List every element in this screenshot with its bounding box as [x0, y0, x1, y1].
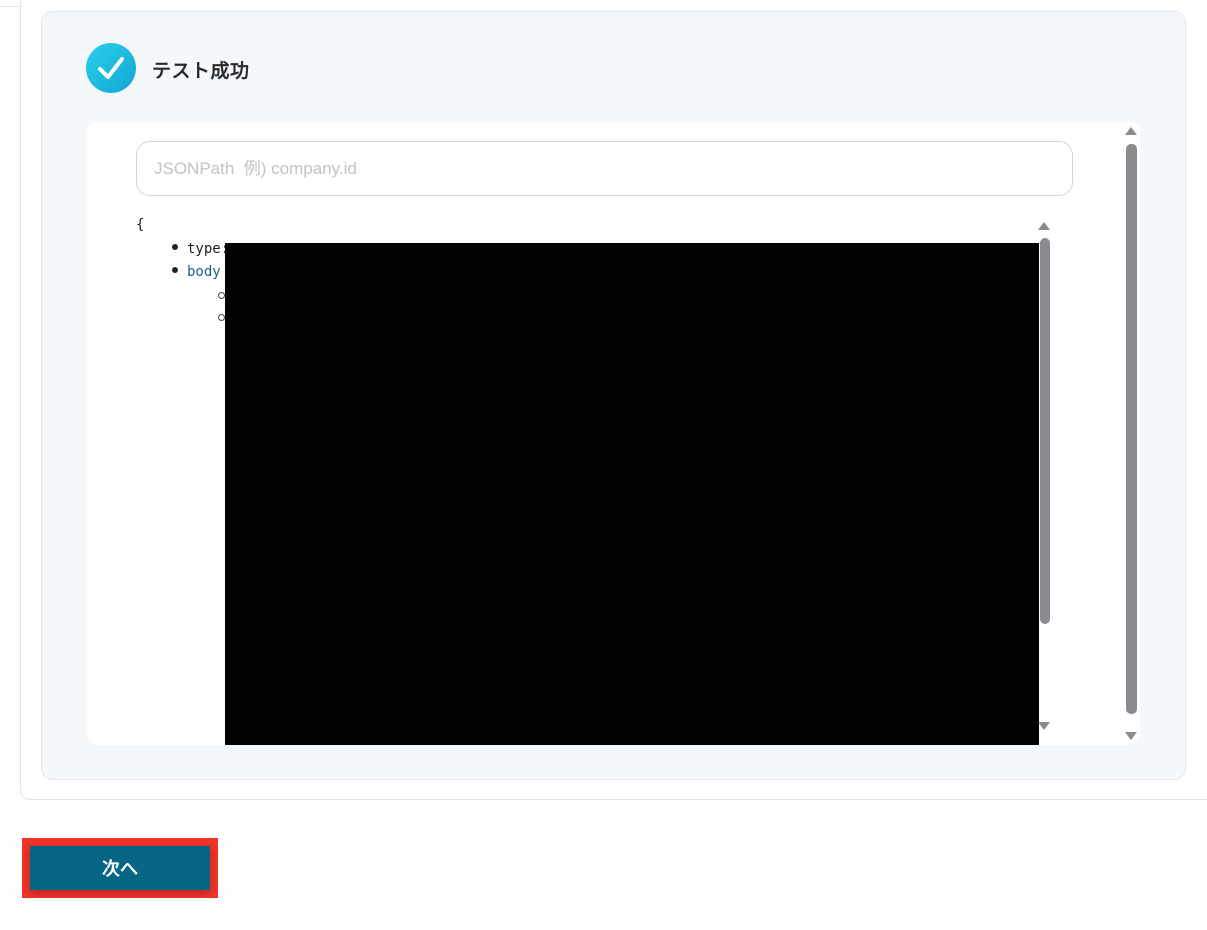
outer-scroll-down-icon[interactable] — [1125, 732, 1137, 740]
next-button-label: 次へ — [30, 846, 210, 890]
sub-bullet-icon — [218, 314, 225, 321]
sub-bullet-icon — [218, 292, 225, 299]
test-success-title: テスト成功 — [152, 61, 250, 82]
outer-scroll-up-icon[interactable] — [1125, 127, 1137, 135]
outer-scrollbar-thumb[interactable] — [1126, 144, 1137, 714]
bullet-icon — [172, 244, 178, 250]
inner-scroll-up-icon[interactable] — [1038, 222, 1050, 230]
json-open-brace: { — [136, 217, 145, 233]
json-tree-item-body[interactable]: body — [172, 264, 221, 280]
bullet-icon — [172, 267, 178, 273]
json-tree-item-type: type: — [172, 241, 229, 257]
inner-scrollbar-thumb[interactable] — [1040, 238, 1050, 624]
check-circle-icon — [86, 43, 136, 93]
redacted-region — [225, 243, 1039, 745]
inner-scroll-down-icon[interactable] — [1038, 722, 1050, 730]
json-key-type: type: — [187, 241, 230, 257]
jsonpath-input[interactable] — [136, 141, 1073, 196]
json-key-body[interactable]: body — [187, 264, 221, 280]
next-button[interactable]: 次へ — [22, 838, 218, 898]
check-mark-icon — [98, 57, 124, 79]
